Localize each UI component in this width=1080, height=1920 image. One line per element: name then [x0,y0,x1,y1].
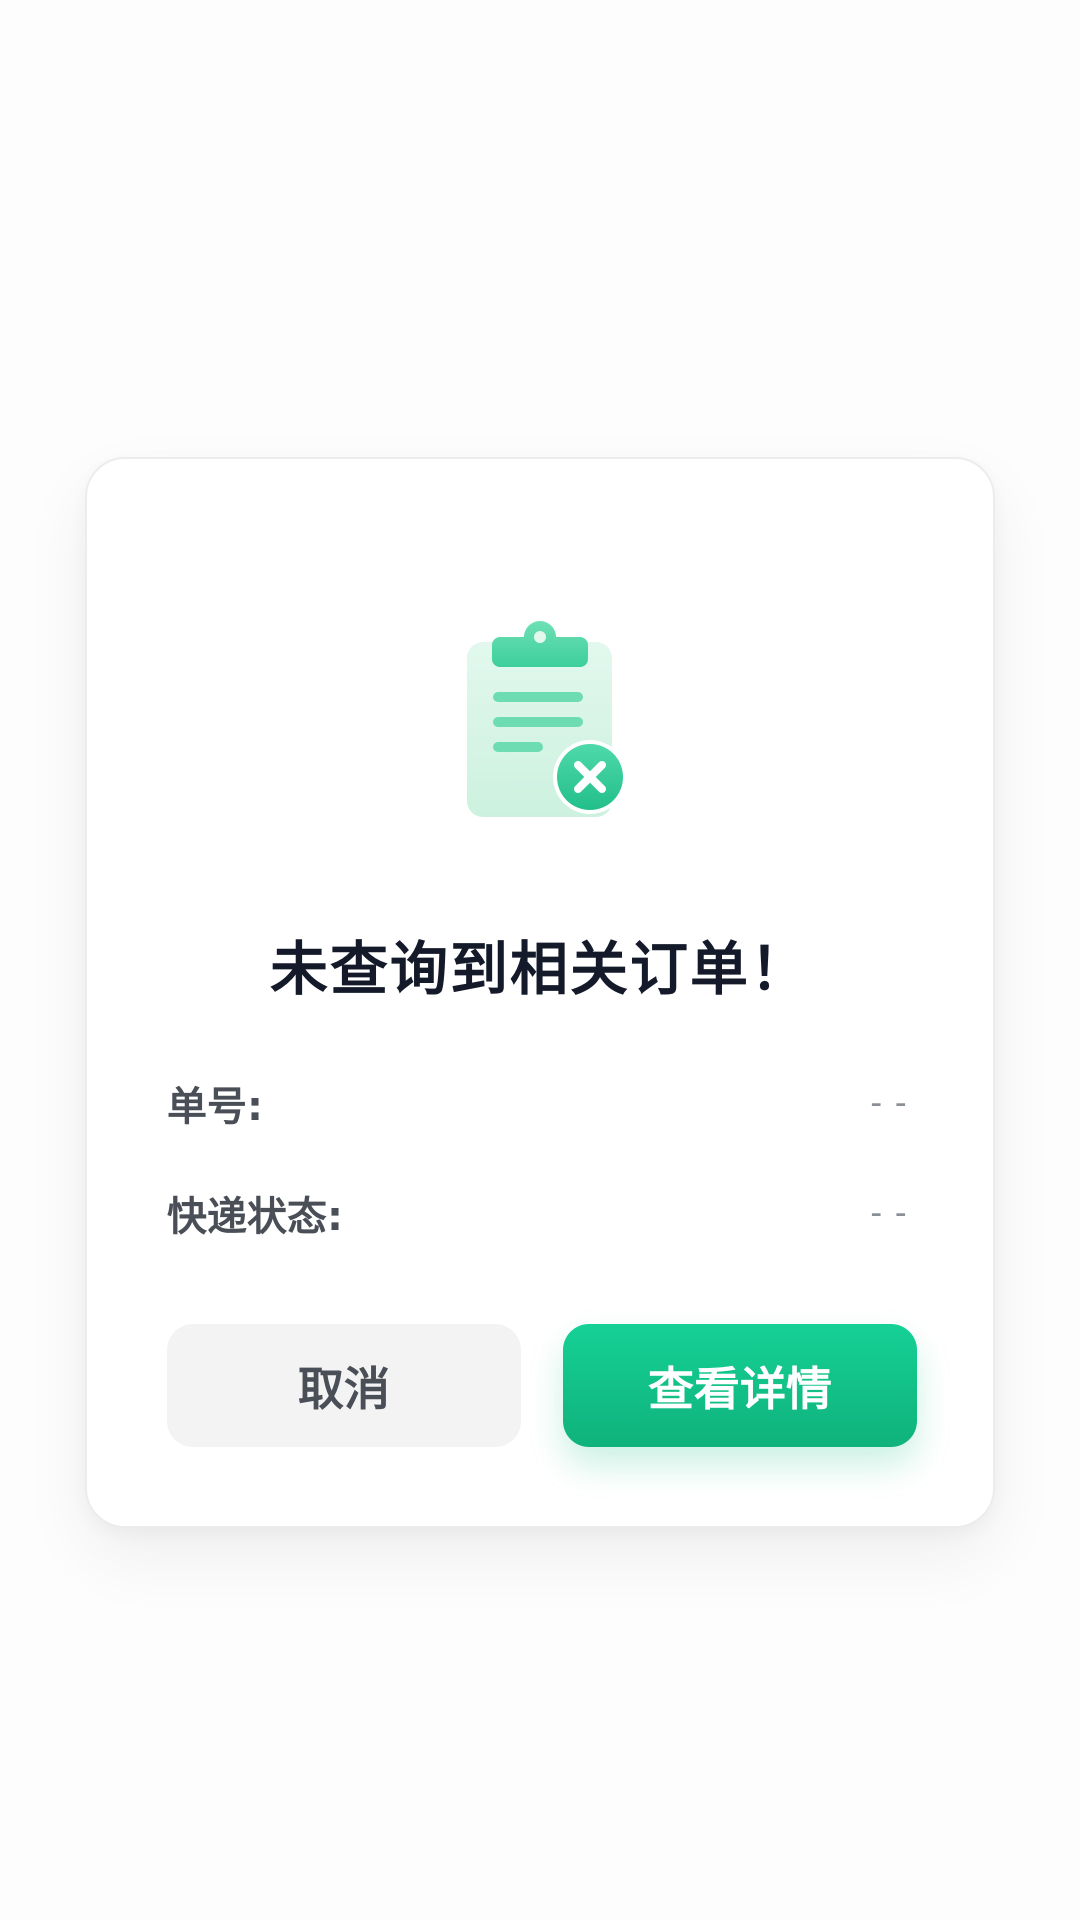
delivery-status-row: 快递状态: -- [167,1183,915,1243]
delivery-status-label: 快递状态: [167,1194,343,1240]
cancel-button[interactable]: 取消 [167,1324,521,1447]
order-number-value: -- [866,1083,915,1123]
view-details-button[interactable]: 查看详情 [563,1324,917,1447]
clipboard-error-icon [462,607,642,832]
order-not-found-dialog: 未查询到相关订单！ 单号: -- 快递状态: -- 取消 查看详情 [85,457,995,1528]
order-number-label: 单号: [167,1084,263,1130]
delivery-status-value: -- [866,1193,915,1233]
dialog-title: 未查询到相关订单！ [269,935,810,1003]
screen-background: 未查询到相关订单！ 单号: -- 快递状态: -- 取消 查看详情 [0,0,1080,1920]
order-number-row: 单号: -- [167,1073,915,1133]
